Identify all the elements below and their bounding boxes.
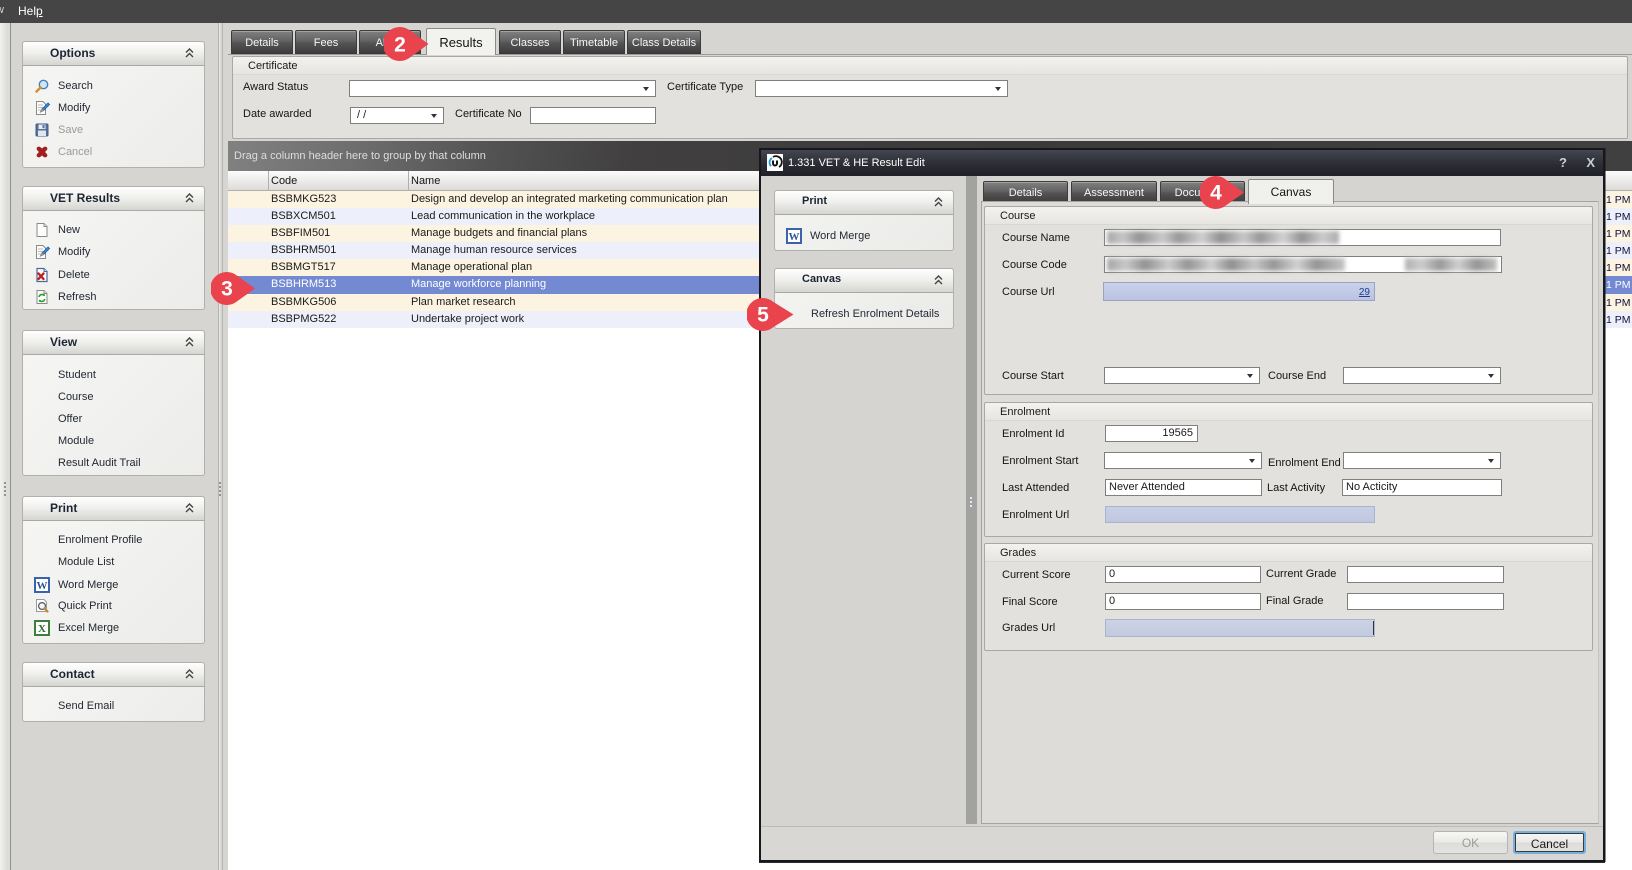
svg-text:2: 2 — [394, 34, 406, 57]
svg-text:3: 3 — [221, 278, 233, 301]
svg-text:4: 4 — [1210, 182, 1222, 205]
svg-text:5: 5 — [757, 304, 769, 327]
